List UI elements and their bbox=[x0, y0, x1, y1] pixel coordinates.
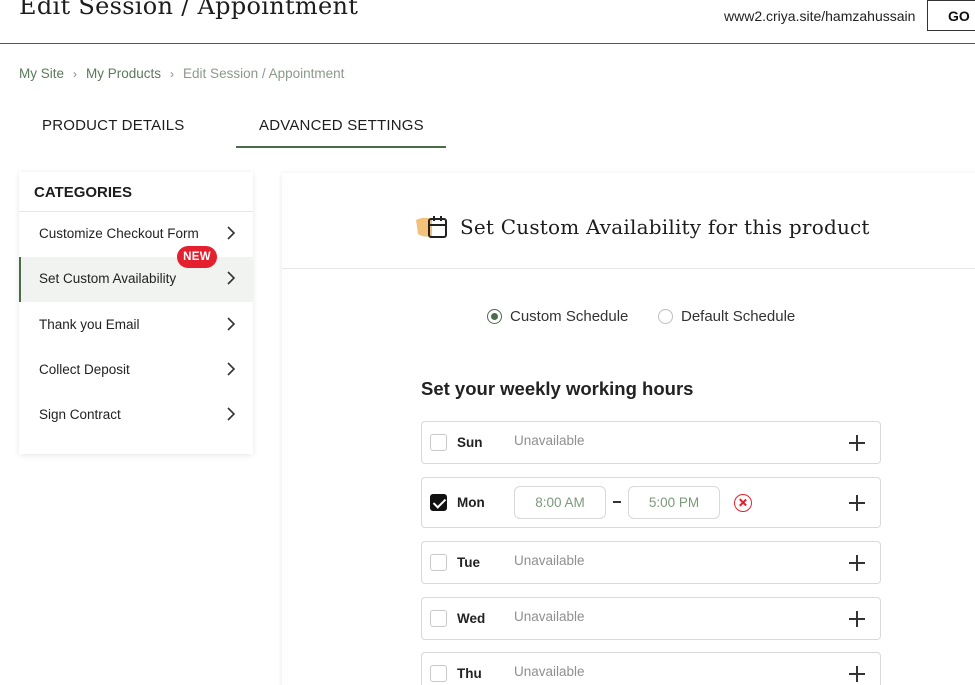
day-checkbox[interactable] bbox=[430, 434, 447, 451]
sidebar-item-sign-contract[interactable]: Sign Contract bbox=[19, 393, 253, 438]
start-time-input[interactable]: 8:00 AM bbox=[514, 486, 606, 519]
day-row-mon: Mon 8:00 AM 5:00 PM bbox=[421, 477, 881, 528]
day-row-wed: Wed Unavailable bbox=[421, 597, 881, 640]
breadcrumb-my-site[interactable]: My Site bbox=[19, 66, 64, 81]
plus-icon[interactable] bbox=[848, 494, 866, 512]
radio-button[interactable] bbox=[658, 309, 673, 324]
categories-heading: CATEGORIES bbox=[34, 184, 133, 201]
sidebar-item-set-custom-availability[interactable]: NEW Set Custom Availability bbox=[19, 246, 253, 302]
top-header: Edit Session / Appointment www2.criya.si… bbox=[0, 0, 975, 44]
chevron-right-icon bbox=[227, 271, 236, 285]
radio-custom-schedule[interactable]: Custom Schedule bbox=[487, 308, 628, 325]
day-name: Sun bbox=[457, 435, 483, 450]
day-checkbox-checked[interactable] bbox=[430, 494, 447, 511]
end-time-input[interactable]: 5:00 PM bbox=[628, 486, 720, 519]
go-button[interactable]: GO bbox=[927, 0, 975, 31]
day-status: Unavailable bbox=[514, 433, 585, 448]
day-name: Tue bbox=[457, 555, 480, 570]
new-badge: NEW bbox=[177, 246, 217, 268]
day-name: Thu bbox=[457, 666, 482, 681]
page-title: Edit Session / Appointment bbox=[19, 0, 359, 20]
weekly-hours-title: Set your weekly working hours bbox=[421, 378, 694, 399]
chevron-right-icon: › bbox=[170, 66, 175, 81]
sidebar-item-thank-you-email[interactable]: Thank you Email bbox=[19, 303, 253, 348]
chevron-right-icon: › bbox=[73, 66, 78, 81]
chevron-right-icon bbox=[227, 362, 236, 376]
day-row-tue: Tue Unavailable bbox=[421, 541, 881, 584]
plus-icon[interactable] bbox=[848, 610, 866, 628]
remove-time-icon[interactable] bbox=[734, 494, 752, 512]
day-row-thu: Thu Unavailable bbox=[421, 652, 881, 685]
day-checkbox[interactable] bbox=[430, 554, 447, 571]
tab-advanced-settings[interactable]: ADVANCED SETTINGS bbox=[259, 117, 424, 134]
day-checkbox[interactable] bbox=[430, 665, 447, 682]
chevron-right-icon bbox=[227, 407, 236, 421]
day-checkbox[interactable] bbox=[430, 610, 447, 627]
divider bbox=[282, 268, 975, 269]
chevron-right-icon bbox=[227, 226, 236, 240]
sidebar-item-collect-deposit[interactable]: Collect Deposit bbox=[19, 348, 253, 393]
categories-sidebar: CATEGORIES Customize Checkout Form NEW S… bbox=[19, 172, 253, 454]
sidebar-item-label: Collect Deposit bbox=[39, 362, 130, 377]
radio-label: Custom Schedule bbox=[510, 308, 629, 325]
radio-button-selected[interactable] bbox=[487, 309, 502, 324]
active-tab-indicator bbox=[236, 146, 446, 148]
sidebar-item-label: Set Custom Availability bbox=[39, 271, 177, 286]
tab-product-details[interactable]: PRODUCT DETAILS bbox=[42, 117, 184, 134]
plus-icon[interactable] bbox=[848, 554, 866, 572]
day-status: Unavailable bbox=[514, 553, 585, 568]
breadcrumb-my-products[interactable]: My Products bbox=[86, 66, 161, 81]
plus-icon[interactable] bbox=[848, 665, 866, 683]
site-url-link[interactable]: www2.criya.site/hamzahussain bbox=[724, 8, 915, 24]
day-name: Wed bbox=[457, 611, 486, 626]
day-status: Unavailable bbox=[514, 609, 585, 624]
sidebar-item-label: Sign Contract bbox=[39, 407, 121, 422]
calendar-icon bbox=[416, 216, 447, 238]
chevron-right-icon bbox=[227, 317, 236, 331]
availability-panel: Set Custom Availability for this product… bbox=[282, 173, 975, 685]
sidebar-item-label: Customize Checkout Form bbox=[39, 226, 199, 241]
day-row-sun: Sun Unavailable bbox=[421, 421, 881, 464]
breadcrumb: My Site › My Products › Edit Session / A… bbox=[19, 66, 344, 81]
radio-label: Default Schedule bbox=[681, 308, 796, 325]
plus-icon[interactable] bbox=[848, 434, 866, 452]
time-separator bbox=[613, 501, 621, 503]
sidebar-item-label: Thank you Email bbox=[39, 317, 140, 332]
breadcrumb-current: Edit Session / Appointment bbox=[183, 66, 345, 81]
radio-default-schedule[interactable]: Default Schedule bbox=[658, 308, 795, 325]
panel-title: Set Custom Availability for this product bbox=[460, 215, 870, 239]
sidebar-item-customize-checkout-form[interactable]: Customize Checkout Form bbox=[19, 212, 253, 257]
day-status: Unavailable bbox=[514, 664, 585, 679]
day-name: Mon bbox=[457, 495, 485, 510]
